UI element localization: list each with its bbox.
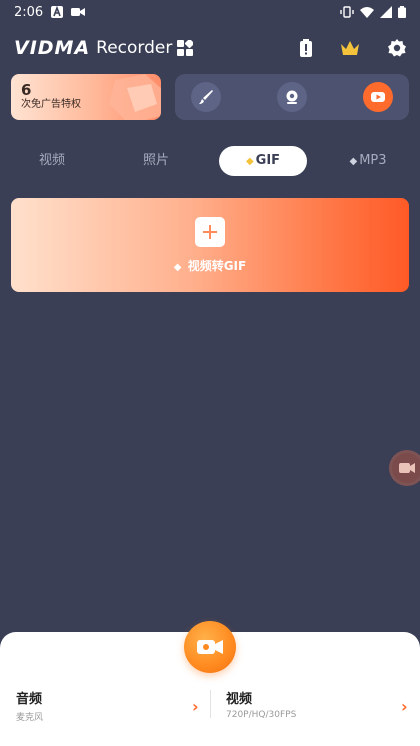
tab-video[interactable]: 视频: [20, 146, 84, 176]
audio-source-option[interactable]: 音频 麦克风: [16, 688, 43, 723]
quick-tools-panel: [175, 74, 409, 120]
vibrate-icon: [340, 6, 354, 18]
wifi-icon: [360, 7, 374, 18]
video-chevron-icon[interactable]: ›: [401, 697, 408, 716]
brush-tool-button[interactable]: [191, 82, 221, 112]
plus-icon: [203, 224, 217, 239]
audio-option-title: 音频: [16, 692, 43, 707]
brush-icon: [199, 90, 213, 104]
record-icon: [371, 92, 385, 102]
ticket-decoration-icon: [109, 74, 161, 120]
battery-icon: [398, 6, 406, 18]
webcam-icon: [286, 90, 298, 104]
signal-icon: [380, 6, 392, 18]
audio-option-value: 麦克风: [16, 713, 44, 723]
premium-gem-icon: ◆: [349, 156, 358, 167]
notification-a-icon: [51, 6, 64, 18]
app-logo: VIDMA: [14, 37, 91, 59]
audio-chevron-icon[interactable]: ›: [192, 697, 199, 716]
floating-record-bubble[interactable]: [392, 453, 420, 483]
premium-gem-icon: ◆: [173, 261, 182, 273]
start-record-button[interactable]: [184, 621, 236, 673]
video-camera-icon: [197, 640, 223, 654]
app-logo-subtitle: Recorder: [96, 38, 173, 58]
option-divider: [210, 690, 211, 718]
tab-gif[interactable]: ◆ GIF: [219, 146, 307, 176]
add-video-button[interactable]: [195, 216, 225, 247]
ad-free-promo-card[interactable]: 6 次免广告特权: [11, 74, 161, 120]
video-option-title: 视频: [226, 692, 253, 707]
media-type-tabs: 视频 照片 ◆ GIF ◆ MP3: [0, 146, 420, 176]
status-bar: 2:06: [0, 0, 420, 24]
gear-icon[interactable]: [388, 39, 406, 57]
notification-camera-icon: [71, 8, 86, 16]
video-option-value: 720P/HQ/30FPS: [226, 710, 297, 720]
tab-mp3[interactable]: ◆ MP3: [332, 146, 404, 176]
video-to-gif-caption: ◆ 视频转GIF: [173, 258, 247, 273]
video-to-gif-card[interactable]: ◆ 视频转GIF: [11, 198, 409, 292]
floating-record-tool-button[interactable]: [363, 82, 393, 112]
app-header: VIDMA Recorder: [14, 36, 406, 60]
status-time: 2:06: [14, 4, 44, 20]
premium-gem-icon: ◆: [245, 156, 254, 167]
tab-photo[interactable]: 照片: [124, 146, 188, 176]
video-camera-icon: [399, 463, 415, 473]
webcam-tool-button[interactable]: [277, 82, 307, 112]
apps-grid-icon[interactable]: [177, 40, 194, 56]
battery-alert-icon[interactable]: [300, 39, 312, 57]
video-quality-option[interactable]: 视频 720P/HQ/30FPS: [226, 688, 296, 720]
crown-icon[interactable]: [340, 40, 360, 56]
